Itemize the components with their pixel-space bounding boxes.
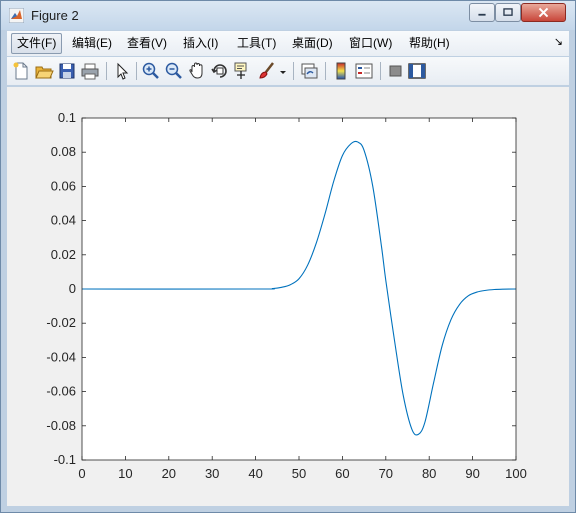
toolbar: [7, 57, 569, 85]
data-cursor-button[interactable]: [233, 61, 253, 81]
x-tick-label: 10: [118, 466, 132, 481]
save-icon: [59, 63, 75, 79]
x-tick-label: 40: [248, 466, 262, 481]
x-tick-label: 0: [78, 466, 85, 481]
y-tick-label: -0.06: [46, 384, 76, 399]
menu-insert[interactable]: 插入(I): [178, 34, 223, 53]
menu-window[interactable]: 窗口(W): [344, 34, 397, 53]
open-file-icon: [35, 66, 54, 79]
y-tick-label: 0.06: [51, 178, 76, 193]
zoom-out-button[interactable]: [164, 61, 184, 81]
edit-plot-icon: [117, 62, 129, 80]
y-tick-label: -0.1: [54, 452, 76, 467]
show-plot-tools-icon: [408, 63, 426, 79]
x-tick-label: 90: [465, 466, 479, 481]
y-tick-label: 0: [69, 281, 76, 296]
toolbar-separator: [293, 62, 294, 80]
link-plot-icon: [301, 63, 318, 79]
print-button[interactable]: [80, 61, 100, 81]
menu-edit[interactable]: 编辑(E): [67, 34, 117, 53]
toolbar-separator: [136, 62, 137, 80]
window-title: Figure 2: [31, 8, 79, 23]
x-tick-label: 100: [505, 466, 527, 481]
matlab-logo-icon: [9, 8, 24, 23]
line-plot: 0 10 20 30 40 50 60 70 80 90 100 0.1 0.08 0.06 0.04 0.0…: [46, 110, 527, 481]
pan-button[interactable]: [187, 61, 207, 81]
toolbar-separator: [380, 62, 381, 80]
minimize-button[interactable]: [469, 3, 495, 22]
edit-plot-button[interactable]: [112, 61, 132, 81]
pan-icon: [189, 62, 203, 79]
menu-overflow-icon[interactable]: ↘: [554, 35, 563, 48]
x-tick-label: 30: [205, 466, 219, 481]
zoom-in-button[interactable]: [141, 61, 161, 81]
x-tick-label: 80: [422, 466, 436, 481]
zoom-in-icon: [142, 62, 159, 79]
figure-window: Figure 2 文件(F) 编辑(E) 查看(V) 插入(I) 工具(T) 桌…: [0, 0, 576, 513]
y-tick-label: -0.08: [46, 418, 76, 433]
colorbar-icon: [336, 62, 346, 80]
figure-canvas: 0 10 20 30 40 50 60 70 80 90 100 0.1 0.08 0.06 0.04 0.0…: [7, 87, 569, 506]
dropdown-arrow-icon: [280, 71, 286, 74]
menu-help[interactable]: 帮助(H): [404, 34, 455, 53]
rotate-3d-button[interactable]: [210, 61, 230, 81]
data-cursor-icon: [234, 62, 247, 79]
legend-button[interactable]: [354, 61, 374, 81]
minimize-icon: [478, 13, 486, 16]
y-tick-label: 0.08: [51, 144, 76, 159]
y-tick-label: 0.1: [58, 110, 76, 125]
maximize-icon: [503, 8, 513, 16]
zoom-out-icon: [165, 62, 182, 79]
close-button[interactable]: [521, 3, 566, 22]
maximize-button[interactable]: [495, 3, 521, 22]
brush-dropdown-button[interactable]: [278, 61, 288, 81]
y-tick-label: 0.02: [51, 247, 76, 262]
new-figure-button[interactable]: [11, 61, 31, 81]
menu-file[interactable]: 文件(F): [11, 33, 63, 54]
x-tick-label: 50: [292, 466, 306, 481]
hide-plot-tools-button[interactable]: [386, 61, 406, 81]
brush-icon: [259, 62, 274, 79]
menu-desktop[interactable]: 桌面(D): [287, 34, 338, 53]
x-tick-label: 20: [162, 466, 176, 481]
brush-button[interactable]: [257, 61, 277, 81]
y-tick-label: -0.04: [46, 349, 76, 364]
hide-plot-tools-icon: [389, 65, 402, 77]
toolbar-separator: [325, 62, 326, 80]
legend-icon: [355, 63, 373, 79]
toolbar-separator: [106, 62, 107, 80]
menu-view[interactable]: 查看(V): [122, 34, 172, 53]
menu-bar: 文件(F) 编辑(E) 查看(V) 插入(I) 工具(T) 桌面(D) 窗口(W…: [7, 31, 569, 56]
print-icon: [81, 63, 99, 80]
close-icon: [538, 7, 549, 18]
x-tick-label: 60: [335, 466, 349, 481]
link-plot-button[interactable]: [299, 61, 319, 81]
new-figure-icon: [13, 62, 28, 80]
title-bar[interactable]: Figure 2: [1, 1, 575, 30]
menu-tools[interactable]: 工具(T): [232, 34, 281, 53]
open-file-button[interactable]: [34, 61, 54, 81]
show-plot-tools-button[interactable]: [407, 61, 427, 81]
x-tick-label: 70: [379, 466, 393, 481]
y-tick-label: -0.02: [46, 315, 76, 330]
y-tick-label: 0.04: [51, 213, 76, 228]
save-button[interactable]: [57, 61, 77, 81]
rotate-3d-icon: [211, 64, 227, 78]
colorbar-button[interactable]: [331, 61, 351, 81]
